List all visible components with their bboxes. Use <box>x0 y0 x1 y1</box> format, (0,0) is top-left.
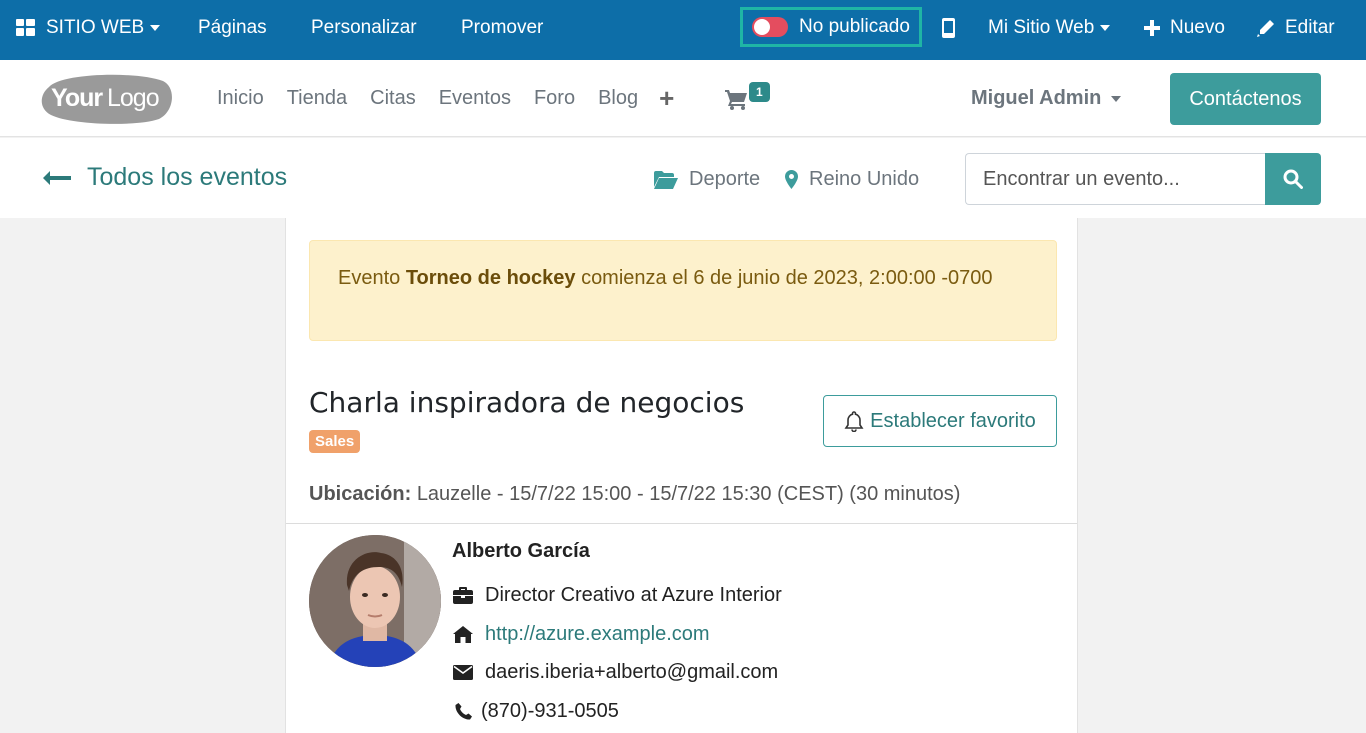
cart-button[interactable]: 1 <box>725 82 775 114</box>
pages-menu[interactable]: Páginas <box>198 0 267 55</box>
map-marker-icon <box>785 170 798 189</box>
phone-icon <box>452 703 474 720</box>
promote-menu[interactable]: Promover <box>461 0 543 55</box>
publish-status-label: No publicado <box>799 16 910 37</box>
site-header: Your Logo Inicio Tienda Citas Eventos Fo… <box>0 60 1366 137</box>
folder-open-icon <box>654 170 678 189</box>
nav-item-citas[interactable]: Citas <box>370 87 416 110</box>
bell-icon <box>844 410 864 432</box>
envelope-icon <box>452 665 474 680</box>
mobile-phone-icon <box>942 17 955 38</box>
main-nav: Inicio Tienda Citas Eventos Foro Blog + <box>217 60 674 137</box>
nav-item-tienda[interactable]: Tienda <box>287 87 347 110</box>
speaker-avatar <box>309 535 441 667</box>
speaker-role-row: Director Creativo at Azure Interior <box>452 584 782 607</box>
publish-toggle[interactable]: No publicado <box>740 7 922 47</box>
svg-text:Your: Your <box>51 84 103 112</box>
alert-suffix: comienza el 6 de junio de 2023, 2:00:00 … <box>581 267 993 289</box>
speaker-website-link[interactable]: http://azure.example.com <box>485 623 710 646</box>
nav-item-inicio[interactable]: Inicio <box>217 87 264 110</box>
edit-label: Editar <box>1285 16 1335 38</box>
set-favorite-button[interactable]: Establecer favorito <box>823 395 1057 447</box>
my-website-label: Mi Sitio Web <box>988 16 1095 38</box>
country-filter-label: Reino Unido <box>809 168 920 190</box>
edit-button[interactable]: Editar <box>1257 0 1335 55</box>
chevron-down-icon <box>1100 24 1111 31</box>
nav-item-foro[interactable]: Foro <box>534 87 575 110</box>
speaker-website-row: http://azure.example.com <box>452 623 710 646</box>
chevron-down-icon <box>150 24 161 31</box>
new-label: Nuevo <box>1170 16 1225 38</box>
search-icon <box>1283 169 1303 189</box>
speaker-name: Alberto García <box>452 540 590 562</box>
alert-prefix: Evento <box>338 267 401 289</box>
website-menu[interactable]: SITIO WEB <box>16 0 161 55</box>
my-website-menu[interactable]: Mi Sitio Web <box>988 0 1111 55</box>
apps-grid-icon <box>16 19 35 36</box>
event-tag-badge: Sales <box>309 430 361 453</box>
arrow-left-icon <box>43 170 71 185</box>
website-menu-label: SITIO WEB <box>46 16 145 38</box>
set-favorite-label: Establecer favorito <box>870 409 1036 432</box>
search-button[interactable] <box>1265 153 1321 205</box>
nav-item-eventos[interactable]: Eventos <box>439 87 511 110</box>
contact-us-button[interactable]: Contáctenos <box>1170 73 1321 125</box>
nav-item-blog[interactable]: Blog <box>598 87 638 110</box>
alert-event-name: Torneo de hockey <box>405 267 576 289</box>
cart-count-badge: 1 <box>749 82 770 102</box>
user-menu[interactable]: Miguel Admin <box>971 87 1122 110</box>
location-value: Lauzelle - 15/7/22 15:00 - 15/7/22 15:30… <box>416 483 961 505</box>
events-toolbar: Todos los eventos Deporte Reino Unido <box>0 138 1366 218</box>
speaker-email-row: daeris.iberia+alberto@gmail.com <box>452 661 778 684</box>
briefcase-icon <box>452 587 474 604</box>
event-location: Ubicación: Lauzelle - 15/7/22 15:00 - 15… <box>309 483 960 506</box>
chevron-down-icon <box>1111 95 1122 102</box>
category-filter-label: Deporte <box>689 168 761 190</box>
site-logo[interactable]: Your Logo <box>41 71 173 125</box>
mobile-preview-button[interactable] <box>942 0 955 55</box>
pencil-icon <box>1257 19 1274 37</box>
event-card: Evento Torneo de hockey comienza el 6 de… <box>285 218 1078 733</box>
location-label: Ubicación: <box>309 483 412 505</box>
country-filter[interactable]: Reino Unido <box>785 168 919 191</box>
new-button[interactable]: Nuevo <box>1144 0 1225 55</box>
event-start-alert: Evento Torneo de hockey comienza el 6 de… <box>309 240 1057 341</box>
speaker-phone-row: (870)-931-0505 <box>452 700 619 723</box>
admin-bar: SITIO WEB Páginas Personalizar Promover … <box>0 0 1366 60</box>
shopping-cart-icon <box>725 90 747 110</box>
all-events-label: Todos los eventos <box>87 163 288 191</box>
add-menu-item-icon[interactable]: + <box>659 83 674 114</box>
plus-icon <box>1144 19 1160 36</box>
speaker-role: Director Creativo at Azure Interior <box>485 584 782 606</box>
all-events-link[interactable]: Todos los eventos <box>43 163 287 192</box>
event-title: Charla inspiradora de negocios <box>309 386 745 419</box>
category-filter[interactable]: Deporte <box>654 168 760 191</box>
section-divider <box>286 523 1077 524</box>
user-name: Miguel Admin <box>971 87 1102 109</box>
svg-text:Logo: Logo <box>107 84 159 112</box>
toggle-switch-icon[interactable] <box>752 17 788 37</box>
customize-menu[interactable]: Personalizar <box>311 0 417 55</box>
speaker-phone: (870)-931-0505 <box>481 700 619 722</box>
speaker-email: daeris.iberia+alberto@gmail.com <box>485 661 779 683</box>
home-icon <box>452 626 474 643</box>
event-search-input[interactable] <box>965 153 1266 205</box>
